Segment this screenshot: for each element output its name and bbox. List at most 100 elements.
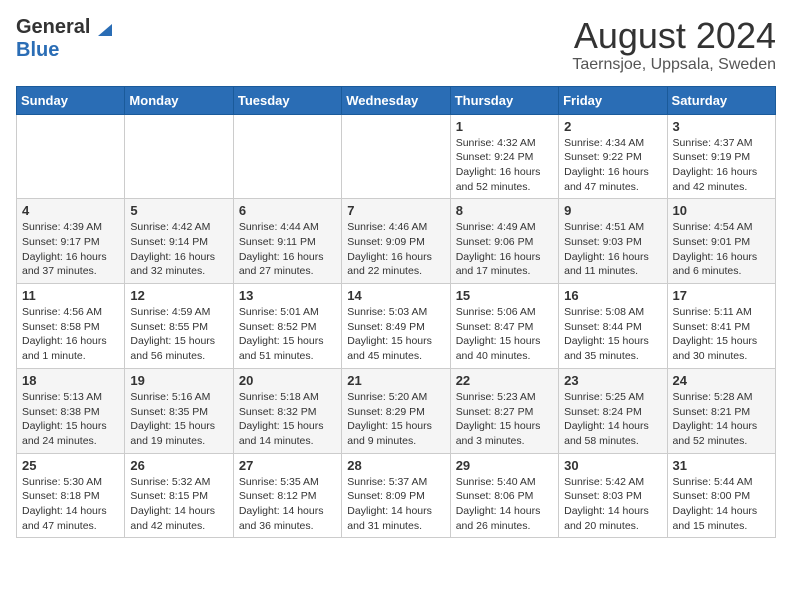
calendar-title-section: August 2024 Taernsjoe, Uppsala, Sweden	[572, 16, 776, 74]
day-number: 30	[564, 458, 661, 473]
day-number: 5	[130, 203, 227, 218]
calendar-cell: 8 Sunrise: 4:49 AM Sunset: 9:06 PM Daylig…	[450, 199, 558, 284]
weekday-header-thursday: Thursday	[450, 86, 558, 114]
calendar-cell: 19 Sunrise: 5:16 AM Sunset: 8:35 PM Dayli…	[125, 368, 233, 453]
calendar-week-1: 1 Sunrise: 4:32 AM Sunset: 9:24 PM Daylig…	[17, 114, 776, 199]
calendar-subtitle: Taernsjoe, Uppsala, Sweden	[572, 56, 776, 74]
calendar-body: 1 Sunrise: 4:32 AM Sunset: 9:24 PM Daylig…	[17, 114, 776, 538]
calendar-cell: 2 Sunrise: 4:34 AM Sunset: 9:22 PM Daylig…	[559, 114, 667, 199]
day-number: 16	[564, 288, 661, 303]
day-info: Sunrise: 5:25 AM Sunset: 8:24 PM Dayligh…	[564, 390, 661, 449]
calendar-cell: 12 Sunrise: 4:59 AM Sunset: 8:55 PM Dayli…	[125, 284, 233, 369]
day-info: Sunrise: 5:28 AM Sunset: 8:21 PM Dayligh…	[673, 390, 770, 449]
day-number: 26	[130, 458, 227, 473]
day-info: Sunrise: 5:40 AM Sunset: 8:06 PM Dayligh…	[456, 475, 553, 534]
calendar-week-5: 25 Sunrise: 5:30 AM Sunset: 8:18 PM Dayli…	[17, 453, 776, 538]
day-number: 3	[673, 119, 770, 134]
day-info: Sunrise: 5:16 AM Sunset: 8:35 PM Dayligh…	[130, 390, 227, 449]
day-info: Sunrise: 5:32 AM Sunset: 8:15 PM Dayligh…	[130, 475, 227, 534]
day-info: Sunrise: 5:08 AM Sunset: 8:44 PM Dayligh…	[564, 305, 661, 364]
weekday-header-tuesday: Tuesday	[233, 86, 341, 114]
weekday-header-wednesday: Wednesday	[342, 86, 450, 114]
day-number: 28	[347, 458, 444, 473]
day-info: Sunrise: 4:32 AM Sunset: 9:24 PM Dayligh…	[456, 136, 553, 195]
calendar-cell: 25 Sunrise: 5:30 AM Sunset: 8:18 PM Dayli…	[17, 453, 125, 538]
calendar-cell: 20 Sunrise: 5:18 AM Sunset: 8:32 PM Dayli…	[233, 368, 341, 453]
calendar-cell: 10 Sunrise: 4:54 AM Sunset: 9:01 PM Dayli…	[667, 199, 775, 284]
day-number: 19	[130, 373, 227, 388]
day-number: 10	[673, 203, 770, 218]
day-number: 31	[673, 458, 770, 473]
calendar-title: August 2024	[572, 16, 776, 56]
calendar-cell: 3Sunrise: 4:37 AM Sunset: 9:19 PM Daylig…	[667, 114, 775, 199]
calendar-cell: 13 Sunrise: 5:01 AM Sunset: 8:52 PM Dayli…	[233, 284, 341, 369]
day-number: 4	[22, 203, 119, 218]
day-info: Sunrise: 5:30 AM Sunset: 8:18 PM Dayligh…	[22, 475, 119, 534]
day-number: 14	[347, 288, 444, 303]
day-number: 15	[456, 288, 553, 303]
day-info: Sunrise: 4:42 AM Sunset: 9:14 PM Dayligh…	[130, 220, 227, 279]
calendar-cell: 5 Sunrise: 4:42 AM Sunset: 9:14 PM Daylig…	[125, 199, 233, 284]
weekday-header-saturday: Saturday	[667, 86, 775, 114]
day-info: Sunrise: 4:59 AM Sunset: 8:55 PM Dayligh…	[130, 305, 227, 364]
calendar-cell	[233, 114, 341, 199]
calendar-cell: 30Sunrise: 5:42 AM Sunset: 8:03 PM Dayli…	[559, 453, 667, 538]
day-number: 20	[239, 373, 336, 388]
logo-icon	[92, 18, 112, 38]
day-number: 13	[239, 288, 336, 303]
day-number: 27	[239, 458, 336, 473]
calendar-cell: 15 Sunrise: 5:06 AM Sunset: 8:47 PM Dayli…	[450, 284, 558, 369]
day-number: 23	[564, 373, 661, 388]
day-info: Sunrise: 4:46 AM Sunset: 9:09 PM Dayligh…	[347, 220, 444, 279]
day-number: 1	[456, 119, 553, 134]
calendar-week-4: 18Sunrise: 5:13 AM Sunset: 8:38 PM Dayli…	[17, 368, 776, 453]
day-info: Sunrise: 5:44 AM Sunset: 8:00 PM Dayligh…	[673, 475, 770, 534]
day-info: Sunrise: 4:51 AM Sunset: 9:03 PM Dayligh…	[564, 220, 661, 279]
day-number: 2	[564, 119, 661, 134]
day-info: Sunrise: 4:34 AM Sunset: 9:22 PM Dayligh…	[564, 136, 661, 195]
calendar-cell: 4 Sunrise: 4:39 AM Sunset: 9:17 PM Daylig…	[17, 199, 125, 284]
day-info: Sunrise: 5:13 AM Sunset: 8:38 PM Dayligh…	[22, 390, 119, 449]
calendar-cell: 1 Sunrise: 4:32 AM Sunset: 9:24 PM Daylig…	[450, 114, 558, 199]
calendar-cell: 22Sunrise: 5:23 AM Sunset: 8:27 PM Dayli…	[450, 368, 558, 453]
calendar-cell: 27 Sunrise: 5:35 AM Sunset: 8:12 PM Dayli…	[233, 453, 341, 538]
calendar-cell: 21Sunrise: 5:20 AM Sunset: 8:29 PM Dayli…	[342, 368, 450, 453]
day-info: Sunrise: 5:23 AM Sunset: 8:27 PM Dayligh…	[456, 390, 553, 449]
calendar-cell: 29Sunrise: 5:40 AM Sunset: 8:06 PM Dayli…	[450, 453, 558, 538]
calendar-cell: 6Sunrise: 4:44 AM Sunset: 9:11 PM Daylig…	[233, 199, 341, 284]
page-header: General Blue August 2024 Taernsjoe, Upps…	[16, 16, 776, 74]
day-info: Sunrise: 4:39 AM Sunset: 9:17 PM Dayligh…	[22, 220, 119, 279]
day-number: 25	[22, 458, 119, 473]
weekday-header-friday: Friday	[559, 86, 667, 114]
calendar-cell	[17, 114, 125, 199]
day-number: 8	[456, 203, 553, 218]
day-info: Sunrise: 4:49 AM Sunset: 9:06 PM Dayligh…	[456, 220, 553, 279]
weekday-header-monday: Monday	[125, 86, 233, 114]
day-number: 12	[130, 288, 227, 303]
calendar-cell: 28 Sunrise: 5:37 AM Sunset: 8:09 PM Dayli…	[342, 453, 450, 538]
day-info: Sunrise: 5:01 AM Sunset: 8:52 PM Dayligh…	[239, 305, 336, 364]
calendar-cell: 14 Sunrise: 5:03 AM Sunset: 8:49 PM Dayli…	[342, 284, 450, 369]
day-number: 21	[347, 373, 444, 388]
calendar-cell: 18Sunrise: 5:13 AM Sunset: 8:38 PM Dayli…	[17, 368, 125, 453]
day-info: Sunrise: 5:18 AM Sunset: 8:32 PM Dayligh…	[239, 390, 336, 449]
day-info: Sunrise: 4:54 AM Sunset: 9:01 PM Dayligh…	[673, 220, 770, 279]
calendar-cell	[125, 114, 233, 199]
day-info: Sunrise: 5:06 AM Sunset: 8:47 PM Dayligh…	[456, 305, 553, 364]
day-number: 9	[564, 203, 661, 218]
weekday-header-sunday: Sunday	[17, 86, 125, 114]
day-info: Sunrise: 5:35 AM Sunset: 8:12 PM Dayligh…	[239, 475, 336, 534]
calendar-cell: 31 Sunrise: 5:44 AM Sunset: 8:00 PM Dayli…	[667, 453, 775, 538]
day-info: Sunrise: 5:03 AM Sunset: 8:49 PM Dayligh…	[347, 305, 444, 364]
calendar-cell: 9 Sunrise: 4:51 AM Sunset: 9:03 PM Daylig…	[559, 199, 667, 284]
calendar-cell	[342, 114, 450, 199]
logo: General Blue	[16, 16, 112, 62]
calendar-header: SundayMondayTuesdayWednesdayThursdayFrid…	[17, 86, 776, 114]
calendar-cell: 24Sunrise: 5:28 AM Sunset: 8:21 PM Dayli…	[667, 368, 775, 453]
day-number: 6	[239, 203, 336, 218]
calendar-cell: 16 Sunrise: 5:08 AM Sunset: 8:44 PM Dayli…	[559, 284, 667, 369]
day-info: Sunrise: 5:37 AM Sunset: 8:09 PM Dayligh…	[347, 475, 444, 534]
day-info: Sunrise: 4:56 AM Sunset: 8:58 PM Dayligh…	[22, 305, 119, 364]
calendar-table: SundayMondayTuesdayWednesdayThursdayFrid…	[16, 86, 776, 539]
calendar-week-2: 4 Sunrise: 4:39 AM Sunset: 9:17 PM Daylig…	[17, 199, 776, 284]
